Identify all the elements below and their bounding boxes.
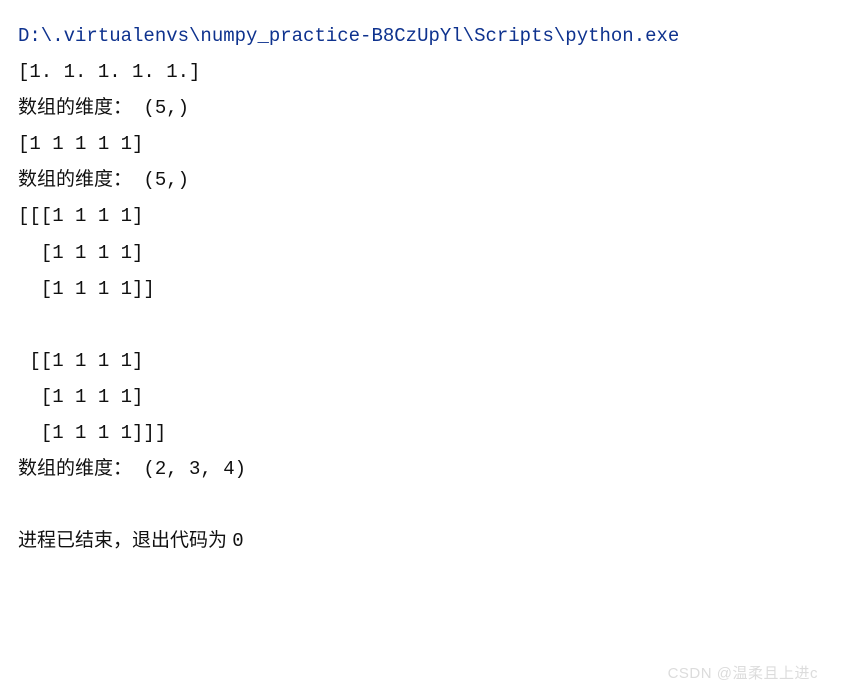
dimension-value: (5,) [132, 169, 189, 191]
dimension-label: 数组的维度： [18, 169, 132, 190]
exit-message: 进程已结束，退出代码为 [18, 530, 232, 551]
array-output-2: [1 1 1 1 1] [18, 126, 824, 162]
array-output-3-l1: [[[1 1 1 1] [18, 198, 824, 234]
dimension-label: 数组的维度： [18, 97, 132, 118]
array-output-3-l3: [1 1 1 1]] [18, 271, 824, 307]
blank-line [18, 487, 824, 523]
array-output-1: [1. 1. 1. 1. 1.] [18, 54, 824, 90]
blank-line [18, 307, 824, 343]
watermark: CSDN @温柔且上进c [668, 660, 818, 689]
dimension-label: 数组的维度： [18, 458, 132, 479]
dimension-line-1: 数组的维度： (5,) [18, 90, 824, 126]
interpreter-path: D:\.virtualenvs\numpy_practice-B8CzUpYl\… [18, 18, 824, 54]
dimension-value: (5,) [132, 97, 189, 119]
dimension-value: (2, 3, 4) [132, 458, 246, 480]
exit-code: 0 [232, 530, 243, 552]
dimension-line-3: 数组的维度： (2, 3, 4) [18, 451, 824, 487]
exit-line: 进程已结束，退出代码为 0 [18, 523, 824, 559]
array-output-3-l4: [[1 1 1 1] [18, 343, 824, 379]
array-output-3-l5: [1 1 1 1] [18, 379, 824, 415]
dimension-line-2: 数组的维度： (5,) [18, 162, 824, 198]
array-output-3-l2: [1 1 1 1] [18, 235, 824, 271]
array-output-3-l6: [1 1 1 1]]] [18, 415, 824, 451]
